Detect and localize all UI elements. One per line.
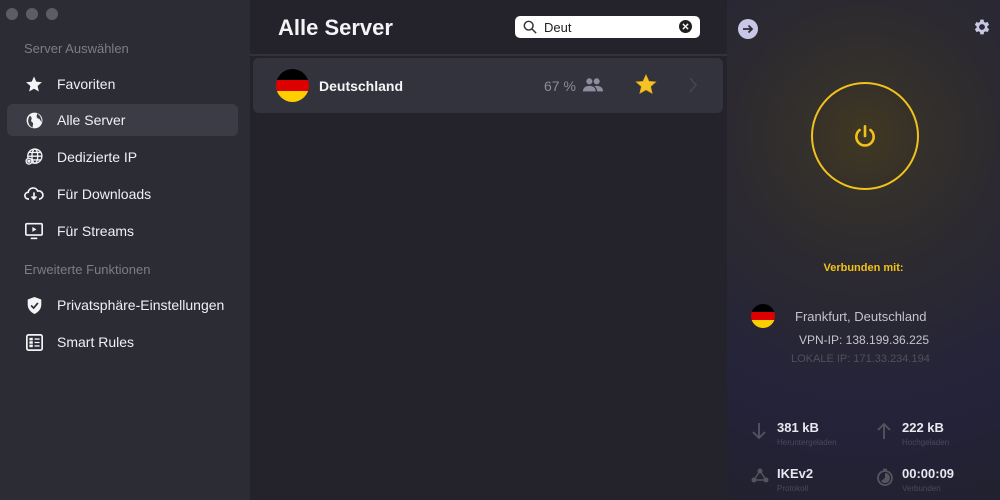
- sidebar-item-label: Für Streams: [57, 223, 135, 239]
- power-icon: [855, 124, 875, 147]
- clear-search-button[interactable]: [679, 20, 692, 33]
- sidebar-item-label: Favoriten: [57, 76, 116, 92]
- search-field[interactable]: [515, 16, 700, 38]
- favorite-star-button[interactable]: [635, 74, 657, 100]
- stat-value: 222 kB: [902, 420, 944, 435]
- arrow-up-icon: [876, 422, 892, 445]
- search-input[interactable]: [544, 19, 674, 35]
- close-icon: [682, 23, 689, 30]
- local-ip: LOKALE IP: 171.33.234.194: [791, 353, 930, 365]
- dedicated-ip-globe-icon: [24, 147, 44, 167]
- sidebar-item-label: Dedizierte IP: [57, 149, 138, 165]
- star-icon: [24, 74, 44, 94]
- shield-check-icon: [24, 295, 44, 315]
- sidebar-item-dedicated-ip[interactable]: Dedizierte IP: [7, 141, 238, 173]
- stat-label: Heruntergeladen: [777, 438, 837, 447]
- power-connect-button[interactable]: [811, 82, 919, 190]
- stat-label: Protokoll: [777, 484, 809, 493]
- arrow-right-icon: [743, 24, 754, 34]
- star-filled-icon: [635, 74, 657, 94]
- collapse-panel-button[interactable]: [738, 19, 758, 39]
- sidebar-item-favorites[interactable]: Favoriten: [7, 68, 238, 100]
- connected-label: Verbunden mit:: [823, 262, 904, 274]
- window-controls: [6, 8, 58, 20]
- vpn-ip: VPN-IP: 138.199.36.225: [799, 333, 930, 347]
- flag-stripe-black: [276, 69, 309, 80]
- server-list-panel: Alle Server Deutschland 67 %: [250, 0, 727, 500]
- play-screen-icon: [24, 221, 44, 241]
- server-row-germany[interactable]: Deutschland 67 %: [253, 58, 723, 113]
- connected-location: Frankfurt, Deutschland: [795, 309, 927, 324]
- stat-value: 00:00:09: [902, 466, 955, 481]
- stat-label: Verbunden: [902, 484, 941, 493]
- gear-icon: [974, 19, 990, 35]
- settings-button[interactable]: [972, 17, 992, 42]
- sidebar-item-streams[interactable]: Für Streams: [7, 215, 238, 247]
- sidebar-item-downloads[interactable]: Für Downloads: [7, 178, 238, 210]
- page-title: Alle Server: [278, 15, 393, 40]
- flag-stripe-red: [751, 312, 775, 320]
- arrow-down-icon: [751, 422, 767, 445]
- flag-germany-icon: [751, 304, 775, 328]
- server-load: 67 %: [544, 78, 576, 94]
- divider: [250, 54, 727, 56]
- section-label-server-select: Server Auswählen: [24, 41, 129, 56]
- flag-stripe-black: [751, 304, 775, 312]
- sidebar-item-privacy-settings[interactable]: Privatsphäre-Einstellungen: [7, 289, 238, 321]
- flag-germany-icon: [276, 69, 309, 102]
- section-label-advanced: Erweiterte Funktionen: [24, 262, 151, 277]
- connection-panel: Verbunden mit: Frankfurt, Deutschland VP…: [727, 0, 1000, 500]
- sidebar-item-label: Smart Rules: [57, 334, 135, 350]
- sidebar-item-label: Alle Server: [57, 112, 126, 128]
- globe-icon: [24, 110, 44, 130]
- sidebar: Server Auswählen Favoriten Alle Server D…: [0, 0, 250, 500]
- stat-label: Hochgeladen: [902, 438, 950, 447]
- zoom-window-button[interactable]: [46, 8, 58, 20]
- flag-stripe-red: [276, 80, 309, 91]
- minimize-window-button[interactable]: [26, 8, 38, 20]
- users-icon: [582, 77, 604, 98]
- flag-stripe-gold: [276, 91, 309, 102]
- sidebar-item-label: Privatsphäre-Einstellungen: [57, 297, 225, 313]
- cloud-download-icon: [24, 184, 44, 204]
- sidebar-item-smart-rules[interactable]: Smart Rules: [7, 326, 238, 358]
- stat-value: IKEv2: [777, 466, 814, 481]
- chevron-right-icon[interactable]: [688, 76, 698, 99]
- protocol-network-icon: [751, 468, 769, 489]
- close-window-button[interactable]: [6, 8, 18, 20]
- flag-stripe-gold: [751, 320, 775, 328]
- server-name: Deutschland: [319, 77, 404, 94]
- sidebar-item-label: Für Downloads: [57, 186, 152, 202]
- sidebar-item-all-servers[interactable]: Alle Server: [7, 104, 238, 136]
- search-icon: [523, 20, 537, 34]
- timer-icon: [876, 468, 894, 491]
- rules-list-icon: [24, 332, 44, 352]
- stat-value: 381 kB: [777, 420, 819, 435]
